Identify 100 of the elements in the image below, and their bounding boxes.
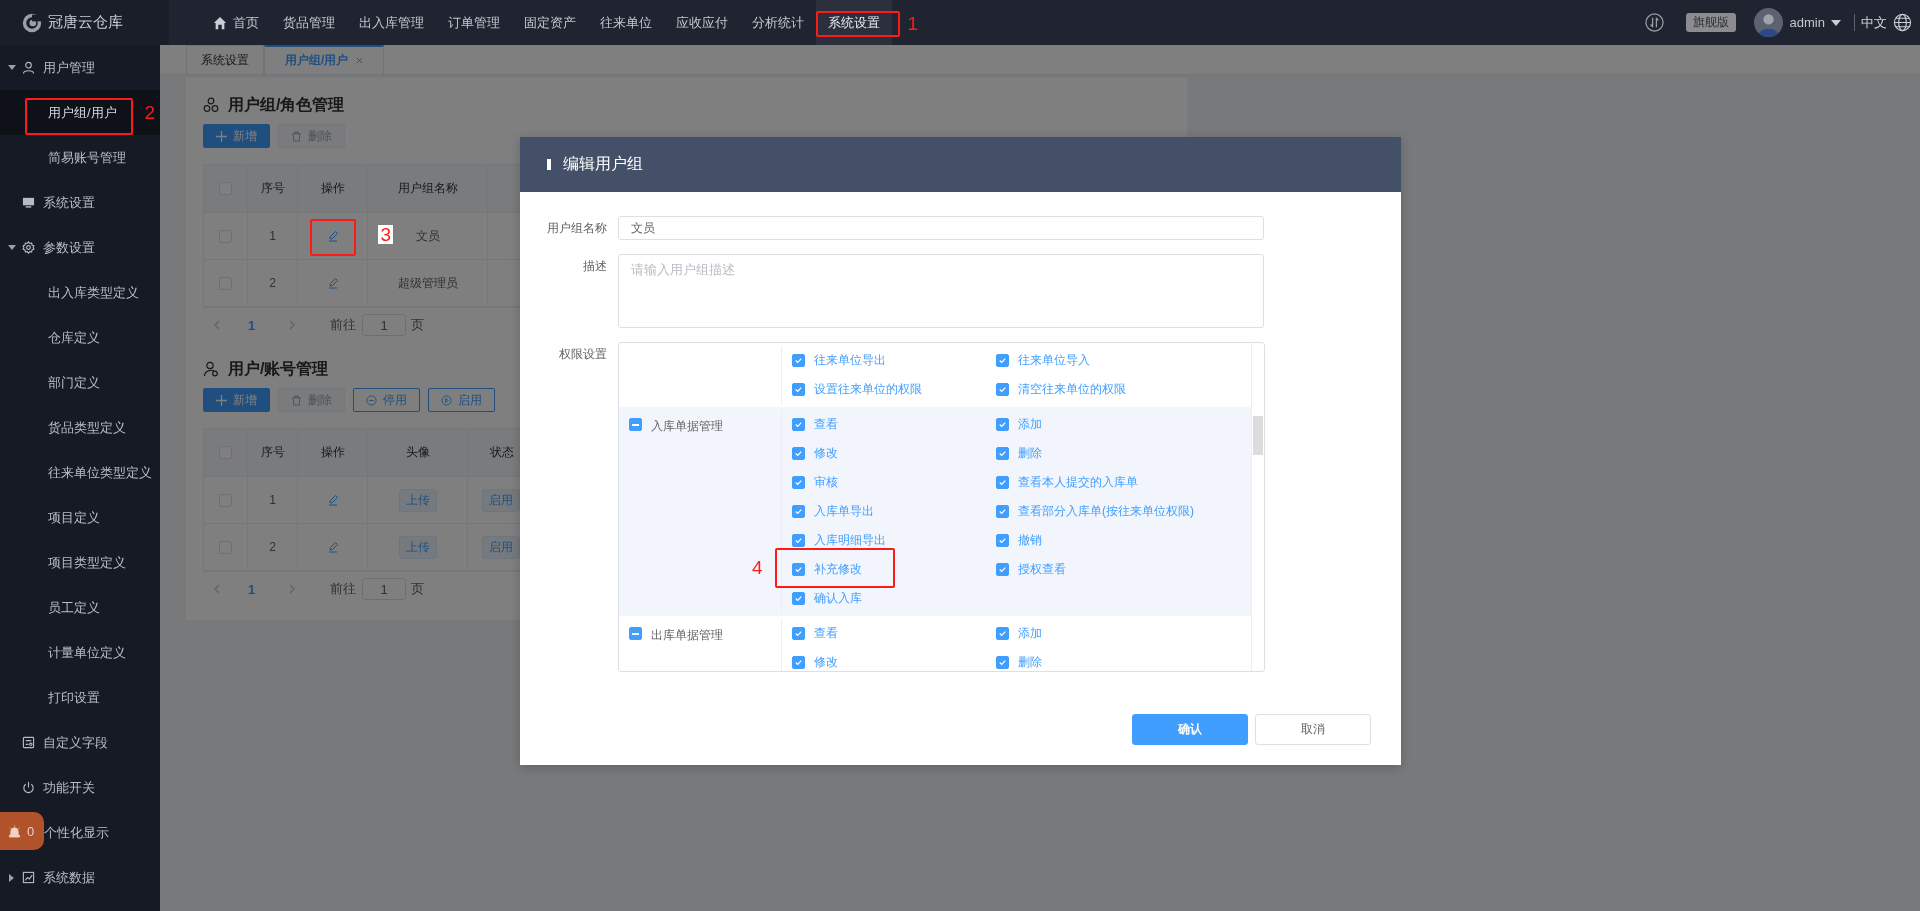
- checkbox[interactable]: [792, 383, 805, 396]
- permission-label: 撤销: [1018, 532, 1042, 549]
- checkbox[interactable]: [996, 534, 1009, 547]
- checkbox[interactable]: [792, 534, 805, 547]
- annotation-number: 2: [144, 103, 155, 122]
- field-label: 描述: [582, 258, 607, 275]
- sidebar-item[interactable]: 系统设置: [0, 180, 160, 225]
- close-icon[interactable]: [356, 57, 364, 64]
- edit-icon[interactable]: [326, 277, 339, 289]
- permission-label: 授权查看: [1018, 561, 1066, 578]
- checkbox[interactable]: [996, 627, 1009, 640]
- permission-label: 修改: [814, 445, 838, 462]
- permission-label: 修改: [814, 654, 838, 671]
- prev-page-icon[interactable]: [214, 320, 220, 330]
- checkbox[interactable]: [996, 476, 1009, 489]
- checkbox[interactable]: [996, 383, 1009, 396]
- checkbox[interactable]: [629, 418, 642, 431]
- caret-icon: [8, 63, 16, 72]
- checkbox[interactable]: [792, 476, 805, 489]
- edit-icon[interactable]: [326, 541, 339, 553]
- checkbox[interactable]: [792, 656, 805, 669]
- description-field[interactable]: 请输入用户组描述: [618, 254, 1264, 328]
- sidebar-item[interactable]: 仓库定义: [0, 315, 160, 360]
- sidebar-item[interactable]: 简易账号管理: [0, 135, 160, 180]
- checkbox[interactable]: [792, 418, 805, 431]
- monitor-icon: [22, 196, 35, 209]
- goto-label: 前往: [330, 316, 357, 334]
- sidebar-item[interactable]: 往来单位类型定义: [0, 450, 160, 495]
- permission-label: 清空往来单位的权限: [1018, 381, 1126, 398]
- checkbox[interactable]: [792, 447, 805, 460]
- nav-tab[interactable]: 订单管理: [436, 0, 512, 45]
- nav-tab[interactable]: 出入库管理: [347, 0, 436, 45]
- checkbox[interactable]: [996, 354, 1009, 367]
- group-label: 出库单据管理: [651, 627, 723, 644]
- nav-tab[interactable]: 固定资产: [512, 0, 588, 45]
- sidebar-item[interactable]: 部门定义: [0, 360, 160, 405]
- sidebar-item[interactable]: 参数设置: [0, 225, 160, 270]
- notification-badge[interactable]: 0: [0, 812, 44, 850]
- minus-circle-icon: [366, 394, 377, 406]
- checkbox[interactable]: [996, 447, 1009, 460]
- caret-icon[interactable]: [1831, 19, 1841, 26]
- swap-icon[interactable]: [1644, 13, 1664, 32]
- sidebar-item[interactable]: 出入库类型定义: [0, 270, 160, 315]
- sidebar-item[interactable]: 功能开关: [0, 765, 160, 810]
- minus-icon: [632, 423, 639, 426]
- checkbox[interactable]: [996, 418, 1009, 431]
- checkbox[interactable]: [792, 627, 805, 640]
- nav-tab[interactable]: 首页: [201, 0, 271, 45]
- nav-tab[interactable]: 分析统计: [740, 0, 816, 45]
- alarm-icon: [8, 824, 21, 838]
- permission-label: 查看: [814, 625, 838, 642]
- page-tab[interactable]: 系统设置: [186, 45, 264, 74]
- sidebar-item[interactable]: 自定义字段: [0, 720, 160, 765]
- nav-tab[interactable]: 货品管理: [271, 0, 347, 45]
- nav-tab[interactable]: 往来单位: [588, 0, 664, 45]
- checkbox[interactable]: [792, 505, 805, 518]
- globe-icon[interactable]: [1893, 13, 1912, 32]
- checkbox[interactable]: [629, 627, 642, 640]
- checkbox[interactable]: [792, 592, 805, 605]
- prev-page-icon[interactable]: [214, 584, 220, 594]
- column-header: 操作: [298, 429, 368, 477]
- power-icon: [22, 781, 35, 794]
- sidebar-item[interactable]: 项目定义: [0, 495, 160, 540]
- table-cell: 超级管理员: [368, 260, 488, 307]
- sidebar-item[interactable]: 系统数据: [0, 855, 160, 900]
- edit-icon[interactable]: [326, 230, 339, 242]
- page-suffix: 页: [411, 580, 425, 598]
- checkbox[interactable]: [996, 563, 1009, 576]
- permission-label: 添加: [1018, 625, 1042, 642]
- column-header: 用户组名称: [368, 165, 488, 213]
- permission-label: 往来单位导出: [814, 352, 886, 369]
- user-name[interactable]: admin: [1789, 15, 1825, 30]
- title-marker-icon: [547, 159, 551, 170]
- avatar-icon[interactable]: [1753, 8, 1783, 37]
- nav-tab[interactable]: 应收应付: [664, 0, 740, 45]
- table-cell: 1: [248, 213, 298, 260]
- edit-icon[interactable]: [326, 494, 339, 506]
- scrollbar-thumb[interactable]: [1253, 416, 1263, 455]
- dialog-title: 编辑用户组: [563, 154, 643, 174]
- checkbox[interactable]: [792, 354, 805, 367]
- language-menu[interactable]: 中文: [1861, 13, 1887, 32]
- brand-name: 冠唐云仓库: [48, 13, 123, 32]
- checkbox[interactable]: [996, 656, 1009, 669]
- field-label: 用户组名称: [546, 220, 607, 237]
- sidebar-item[interactable]: 个性化显示: [44, 810, 160, 855]
- column-header: 序号: [248, 165, 298, 213]
- sidebar-item[interactable]: 用户管理: [0, 45, 160, 90]
- section-title: 用户/账号管理: [228, 358, 329, 379]
- sidebar-item[interactable]: 货品类型定义: [0, 405, 160, 450]
- nav-tab[interactable]: 系统设置: [816, 0, 892, 45]
- sidebar-item[interactable]: 项目类型定义: [0, 540, 160, 585]
- cancel-button[interactable]: 取消: [1255, 714, 1371, 745]
- checkbox[interactable]: [792, 563, 805, 576]
- input-field[interactable]: 文员: [618, 216, 1264, 240]
- checkbox[interactable]: [996, 505, 1009, 518]
- sidebar-item[interactable]: 打印设置: [0, 675, 160, 720]
- sidebar-item[interactable]: 员工定义: [0, 585, 160, 630]
- next-page-icon[interactable]: [289, 320, 296, 330]
- sidebar-item[interactable]: 计量单位定义: [0, 630, 160, 675]
- next-page-icon[interactable]: [289, 584, 296, 594]
